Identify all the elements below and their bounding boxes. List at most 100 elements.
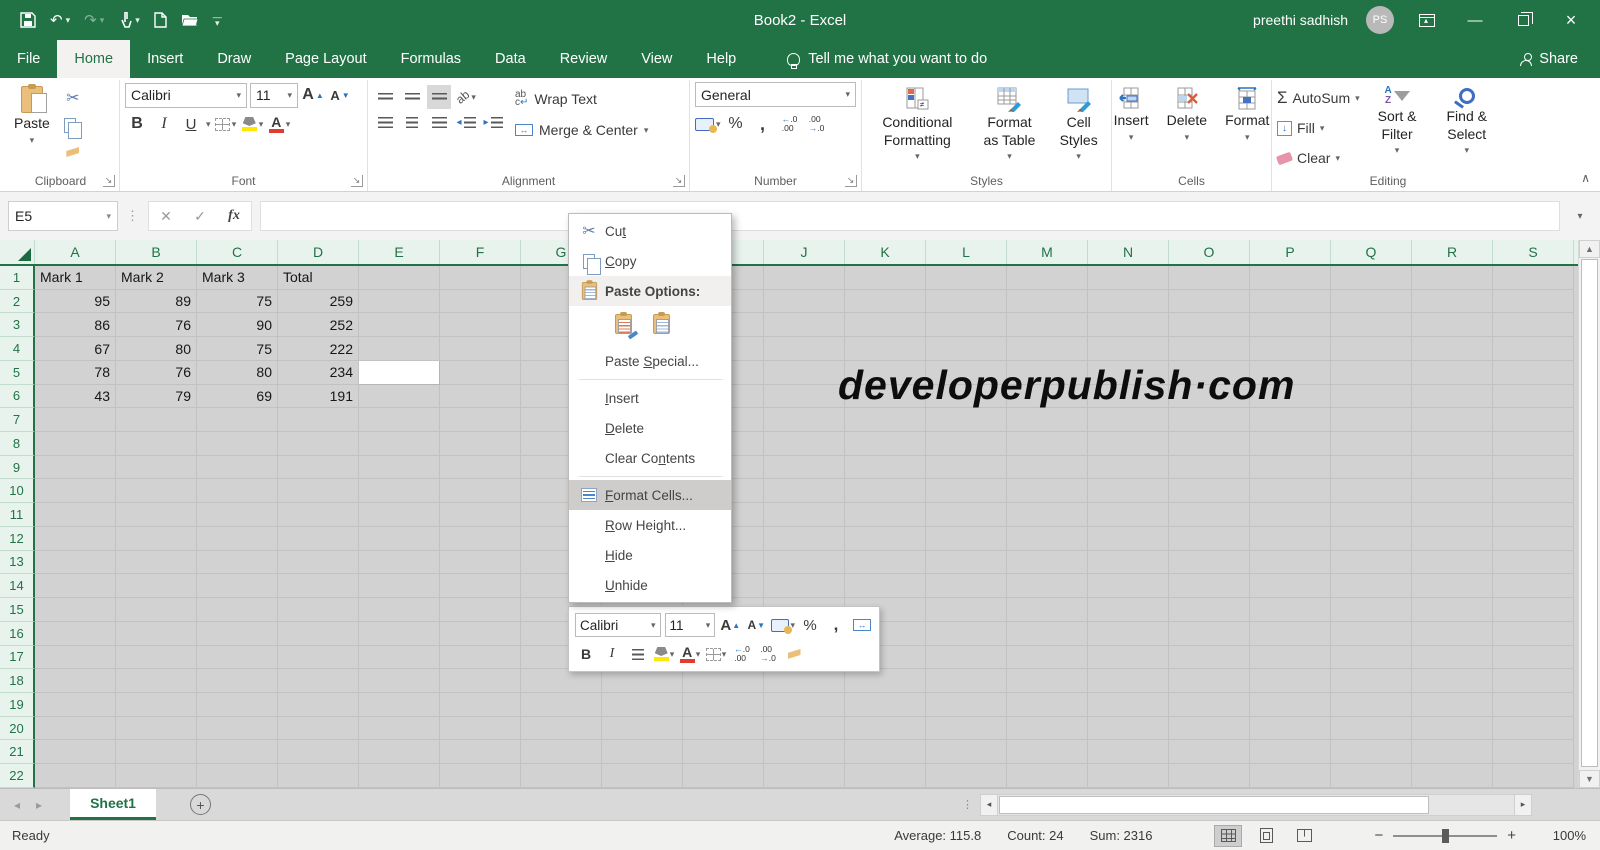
merge-center-button[interactable]: ↔ Merge & Center ▾ (515, 118, 648, 142)
normal-view-button[interactable] (1214, 824, 1243, 847)
shrink-font-button[interactable]: A ▼ (328, 83, 352, 107)
cell-J13[interactable] (764, 550, 845, 575)
cell-G22[interactable] (521, 764, 602, 788)
cell-A12[interactable] (35, 526, 116, 551)
sort-filter-button[interactable]: AZ Sort & Filter ▾ (1368, 82, 1427, 158)
cell-S10[interactable] (1493, 479, 1574, 504)
cell-F8[interactable] (440, 432, 521, 456)
cell-M13[interactable] (1007, 550, 1088, 575)
cell-G19[interactable] (521, 692, 602, 717)
cell-H18[interactable] (602, 669, 683, 693)
wrap-text-button[interactable]: ab c↵ Wrap Text (515, 87, 648, 111)
cell-E8[interactable] (359, 432, 440, 456)
mini-increase-decimal-button[interactable]: ←.0.00 (731, 643, 753, 665)
column-header-R[interactable]: R (1412, 240, 1493, 264)
grow-font-button[interactable]: A ▲ (301, 83, 325, 107)
cell-C1[interactable]: Mark 3 (197, 266, 278, 290)
cell-S6[interactable] (1493, 384, 1574, 409)
cell-L22[interactable] (926, 764, 1007, 788)
horizontal-scrollbar[interactable]: ◂ ▸ (980, 793, 1532, 816)
cell-C14[interactable] (197, 574, 278, 599)
cell-R4[interactable] (1412, 337, 1493, 361)
row-header-9[interactable]: 9 (0, 455, 35, 480)
fill-color-button[interactable]: ▾ (241, 112, 265, 136)
cell-R12[interactable] (1412, 526, 1493, 551)
cell-C7[interactable] (197, 408, 278, 433)
cell-N2[interactable] (1088, 289, 1169, 314)
row-header-14[interactable]: 14 (0, 574, 35, 599)
restore-button[interactable] (1508, 6, 1538, 34)
mini-merge-center-button[interactable]: ↔ (851, 614, 873, 636)
cell-E22[interactable] (359, 764, 440, 788)
column-header-M[interactable]: M (1007, 240, 1088, 264)
cell-E19[interactable] (359, 692, 440, 717)
cell-D3[interactable]: 252 (278, 313, 359, 338)
cell-S4[interactable] (1493, 337, 1574, 361)
paste-button[interactable]: Paste ▾ (7, 82, 57, 148)
cell-C22[interactable] (197, 764, 278, 788)
cell-P20[interactable] (1250, 716, 1331, 741)
close-button[interactable]: × (1556, 6, 1586, 34)
cell-R22[interactable] (1412, 764, 1493, 788)
cell-N4[interactable] (1088, 337, 1169, 361)
cell-B11[interactable] (116, 503, 197, 527)
cell-A20[interactable] (35, 716, 116, 741)
cell-Q22[interactable] (1331, 764, 1412, 788)
cell-K21[interactable] (845, 740, 926, 765)
increase-decimal-button[interactable]: ←.0.00 (778, 112, 802, 136)
cell-B10[interactable] (116, 479, 197, 504)
cell-C19[interactable] (197, 692, 278, 717)
cell-M17[interactable] (1007, 645, 1088, 670)
cell-N3[interactable] (1088, 313, 1169, 338)
cell-F18[interactable] (440, 669, 521, 693)
cell-D17[interactable] (278, 645, 359, 670)
cell-J5[interactable] (764, 360, 845, 385)
cell-Q19[interactable] (1331, 692, 1412, 717)
cell-E3[interactable] (359, 313, 440, 338)
cell-Q4[interactable] (1331, 337, 1412, 361)
cell-S22[interactable] (1493, 764, 1574, 788)
cell-O19[interactable] (1169, 692, 1250, 717)
top-align-button[interactable] (373, 85, 397, 109)
tab-formulas[interactable]: Formulas (384, 40, 478, 78)
mini-shrink-font-button[interactable]: A ▼ (745, 614, 767, 636)
tab-view[interactable]: View (624, 40, 689, 78)
cell-S2[interactable] (1493, 289, 1574, 314)
decrease-indent-button[interactable]: ◂ (454, 110, 478, 134)
cell-F12[interactable] (440, 526, 521, 551)
cell-E12[interactable] (359, 526, 440, 551)
cell-G20[interactable] (521, 716, 602, 741)
cell-C9[interactable] (197, 455, 278, 480)
cell-M11[interactable] (1007, 503, 1088, 527)
mini-borders-button[interactable]: ▾ (705, 643, 727, 665)
cell-L16[interactable] (926, 621, 1007, 646)
row-header-8[interactable]: 8 (0, 432, 35, 456)
cell-N18[interactable] (1088, 669, 1169, 693)
zoom-slider[interactable] (1393, 828, 1498, 843)
cell-B2[interactable]: 89 (116, 289, 197, 314)
cell-Q14[interactable] (1331, 574, 1412, 599)
cell-E10[interactable] (359, 479, 440, 504)
cell-M18[interactable] (1007, 669, 1088, 693)
cell-A7[interactable] (35, 408, 116, 433)
cell-C13[interactable] (197, 550, 278, 575)
cell-Q12[interactable] (1331, 526, 1412, 551)
column-header-F[interactable]: F (440, 240, 521, 264)
cell-D5[interactable]: 234 (278, 360, 359, 385)
cell-A15[interactable] (35, 598, 116, 622)
cell-B1[interactable]: Mark 2 (116, 266, 197, 290)
cell-L7[interactable] (926, 408, 1007, 433)
cell-M20[interactable] (1007, 716, 1088, 741)
cell-A8[interactable] (35, 432, 116, 456)
clear-button[interactable]: Clear ▾ (1275, 146, 1360, 170)
cell-B19[interactable] (116, 692, 197, 717)
align-right-button[interactable] (427, 110, 451, 134)
cell-C4[interactable]: 75 (197, 337, 278, 361)
zoom-in-button[interactable]: + (1507, 827, 1516, 844)
cell-B3[interactable]: 76 (116, 313, 197, 338)
cell-R14[interactable] (1412, 574, 1493, 599)
cell-B18[interactable] (116, 669, 197, 693)
tab-file[interactable]: File (0, 40, 57, 78)
cell-S18[interactable] (1493, 669, 1574, 693)
cell-J22[interactable] (764, 764, 845, 788)
